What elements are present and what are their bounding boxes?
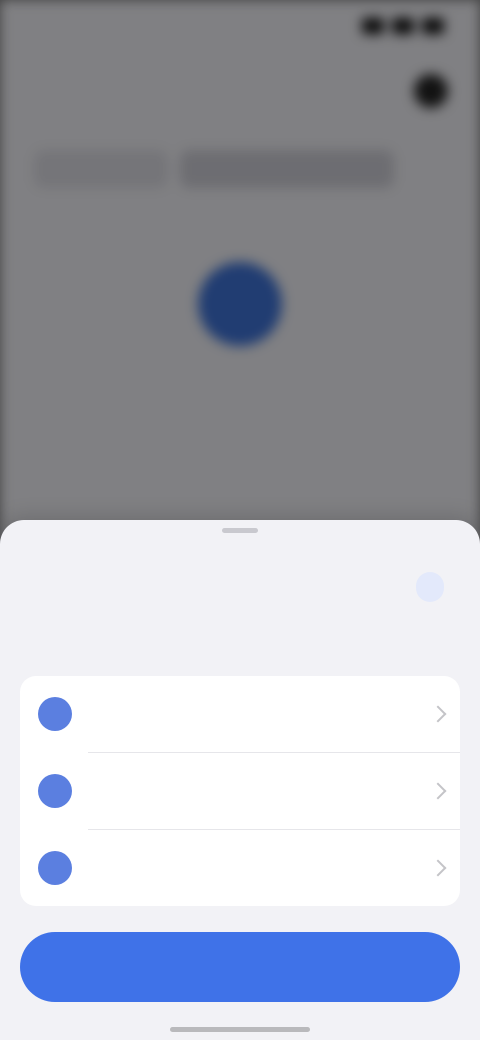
- option-icon: [38, 697, 72, 731]
- chevron-right-icon: [429, 859, 447, 877]
- home-indicator: [170, 1027, 310, 1032]
- list-item[interactable]: [20, 676, 460, 752]
- chevron-right-icon: [429, 705, 447, 723]
- list-item[interactable]: [20, 830, 460, 906]
- bottom-sheet: [0, 520, 480, 1040]
- chevron-right-icon: [429, 782, 447, 800]
- options-list: [20, 676, 460, 906]
- sheet-grabber[interactable]: [222, 528, 258, 533]
- primary-button[interactable]: [20, 932, 460, 1002]
- sheet-action-button[interactable]: [416, 572, 444, 602]
- option-icon: [38, 851, 72, 885]
- option-icon: [38, 774, 72, 808]
- list-item[interactable]: [20, 753, 460, 829]
